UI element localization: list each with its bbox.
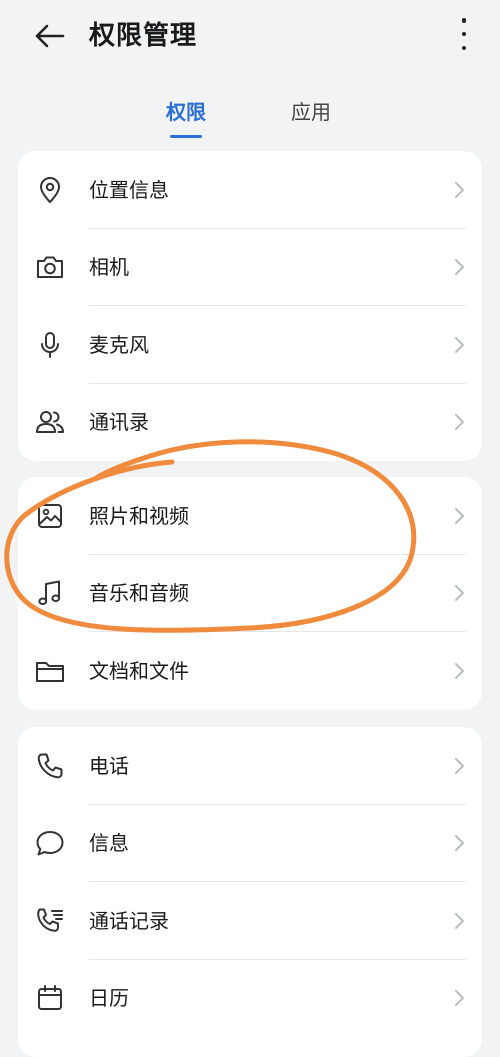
permission-item-label: 音乐和音频 [89, 581, 189, 606]
permission-item-location[interactable]: 位置信息 [18, 151, 482, 229]
call-log-icon [34, 905, 66, 937]
permission-item-label: 通讯录 [89, 410, 149, 435]
permission-item-label: 日历 [89, 986, 129, 1011]
chevron-right-icon [455, 585, 465, 602]
permission-item-documents-files[interactable]: 文档和文件 [18, 632, 482, 710]
more-options-button[interactable] [456, 16, 472, 52]
permission-item-camera[interactable]: 相机 [18, 229, 482, 306]
permission-item-phone[interactable]: 电话 [18, 727, 482, 805]
permission-item-calendar[interactable]: 日历 [18, 960, 482, 1038]
page-title: 权限管理 [89, 21, 198, 51]
permission-item-messages[interactable]: 信息 [18, 805, 482, 882]
chevron-right-icon [455, 757, 465, 774]
top-bar: 权限管理 [0, 0, 500, 72]
chevron-right-icon [455, 835, 465, 852]
calendar-icon [34, 982, 66, 1014]
permission-item-call-log[interactable]: 通话记录 [18, 882, 482, 960]
more-vertical-icon [461, 18, 467, 23]
chevron-right-icon [455, 662, 465, 679]
folder-icon [34, 655, 66, 687]
permission-item-music-audio[interactable]: 音乐和音频 [18, 555, 482, 632]
chevron-right-icon [455, 259, 465, 276]
tab-apps-label: 应用 [291, 100, 331, 124]
contacts-icon [34, 406, 66, 438]
tab-permissions[interactable]: 权限 [166, 96, 206, 138]
music-note-icon [34, 577, 66, 609]
tab-apps[interactable]: 应用 [291, 96, 331, 128]
permission-item-label: 信息 [89, 831, 129, 856]
arrow-left-icon [35, 24, 65, 48]
permission-item-label: 电话 [89, 753, 129, 778]
phone-icon [34, 750, 66, 782]
image-icon [34, 500, 66, 532]
more-vertical-icon-dot [461, 45, 467, 50]
chevron-right-icon [455, 181, 465, 198]
permission-item-label: 照片和视频 [89, 503, 189, 528]
permission-item-label: 文档和文件 [89, 658, 189, 683]
permission-item-label: 通话记录 [89, 908, 169, 933]
active-tab-indicator [170, 135, 202, 138]
back-button[interactable] [30, 18, 70, 54]
chevron-right-icon [455, 507, 465, 524]
tab-permissions-label: 权限 [166, 100, 206, 124]
tab-bar: 权限 应用 [0, 92, 500, 142]
camera-icon [34, 251, 66, 283]
permission-group-2: 照片和视频 音乐和音频 文档和文件 [18, 477, 482, 710]
microphone-icon [34, 329, 66, 361]
permission-item-label: 相机 [89, 255, 129, 280]
permission-item-photos-videos[interactable]: 照片和视频 [18, 477, 482, 555]
chevron-right-icon [455, 912, 465, 929]
more-vertical-icon-dot [461, 31, 467, 37]
location-pin-icon [34, 174, 66, 206]
message-bubble-icon [34, 827, 66, 859]
chevron-right-icon [455, 336, 465, 353]
chevron-right-icon [455, 990, 465, 1007]
permission-item-label: 麦克风 [89, 332, 149, 357]
permission-item-microphone[interactable]: 麦克风 [18, 306, 482, 384]
permission-group-3: 电话 信息 通话记录 日历 [18, 727, 482, 1057]
permission-item-contacts[interactable]: 通讯录 [18, 384, 482, 462]
permission-item-label: 位置信息 [89, 177, 169, 202]
chevron-right-icon [455, 414, 465, 431]
permission-group-1: 位置信息 相机 麦克风 通讯录 [18, 151, 482, 461]
